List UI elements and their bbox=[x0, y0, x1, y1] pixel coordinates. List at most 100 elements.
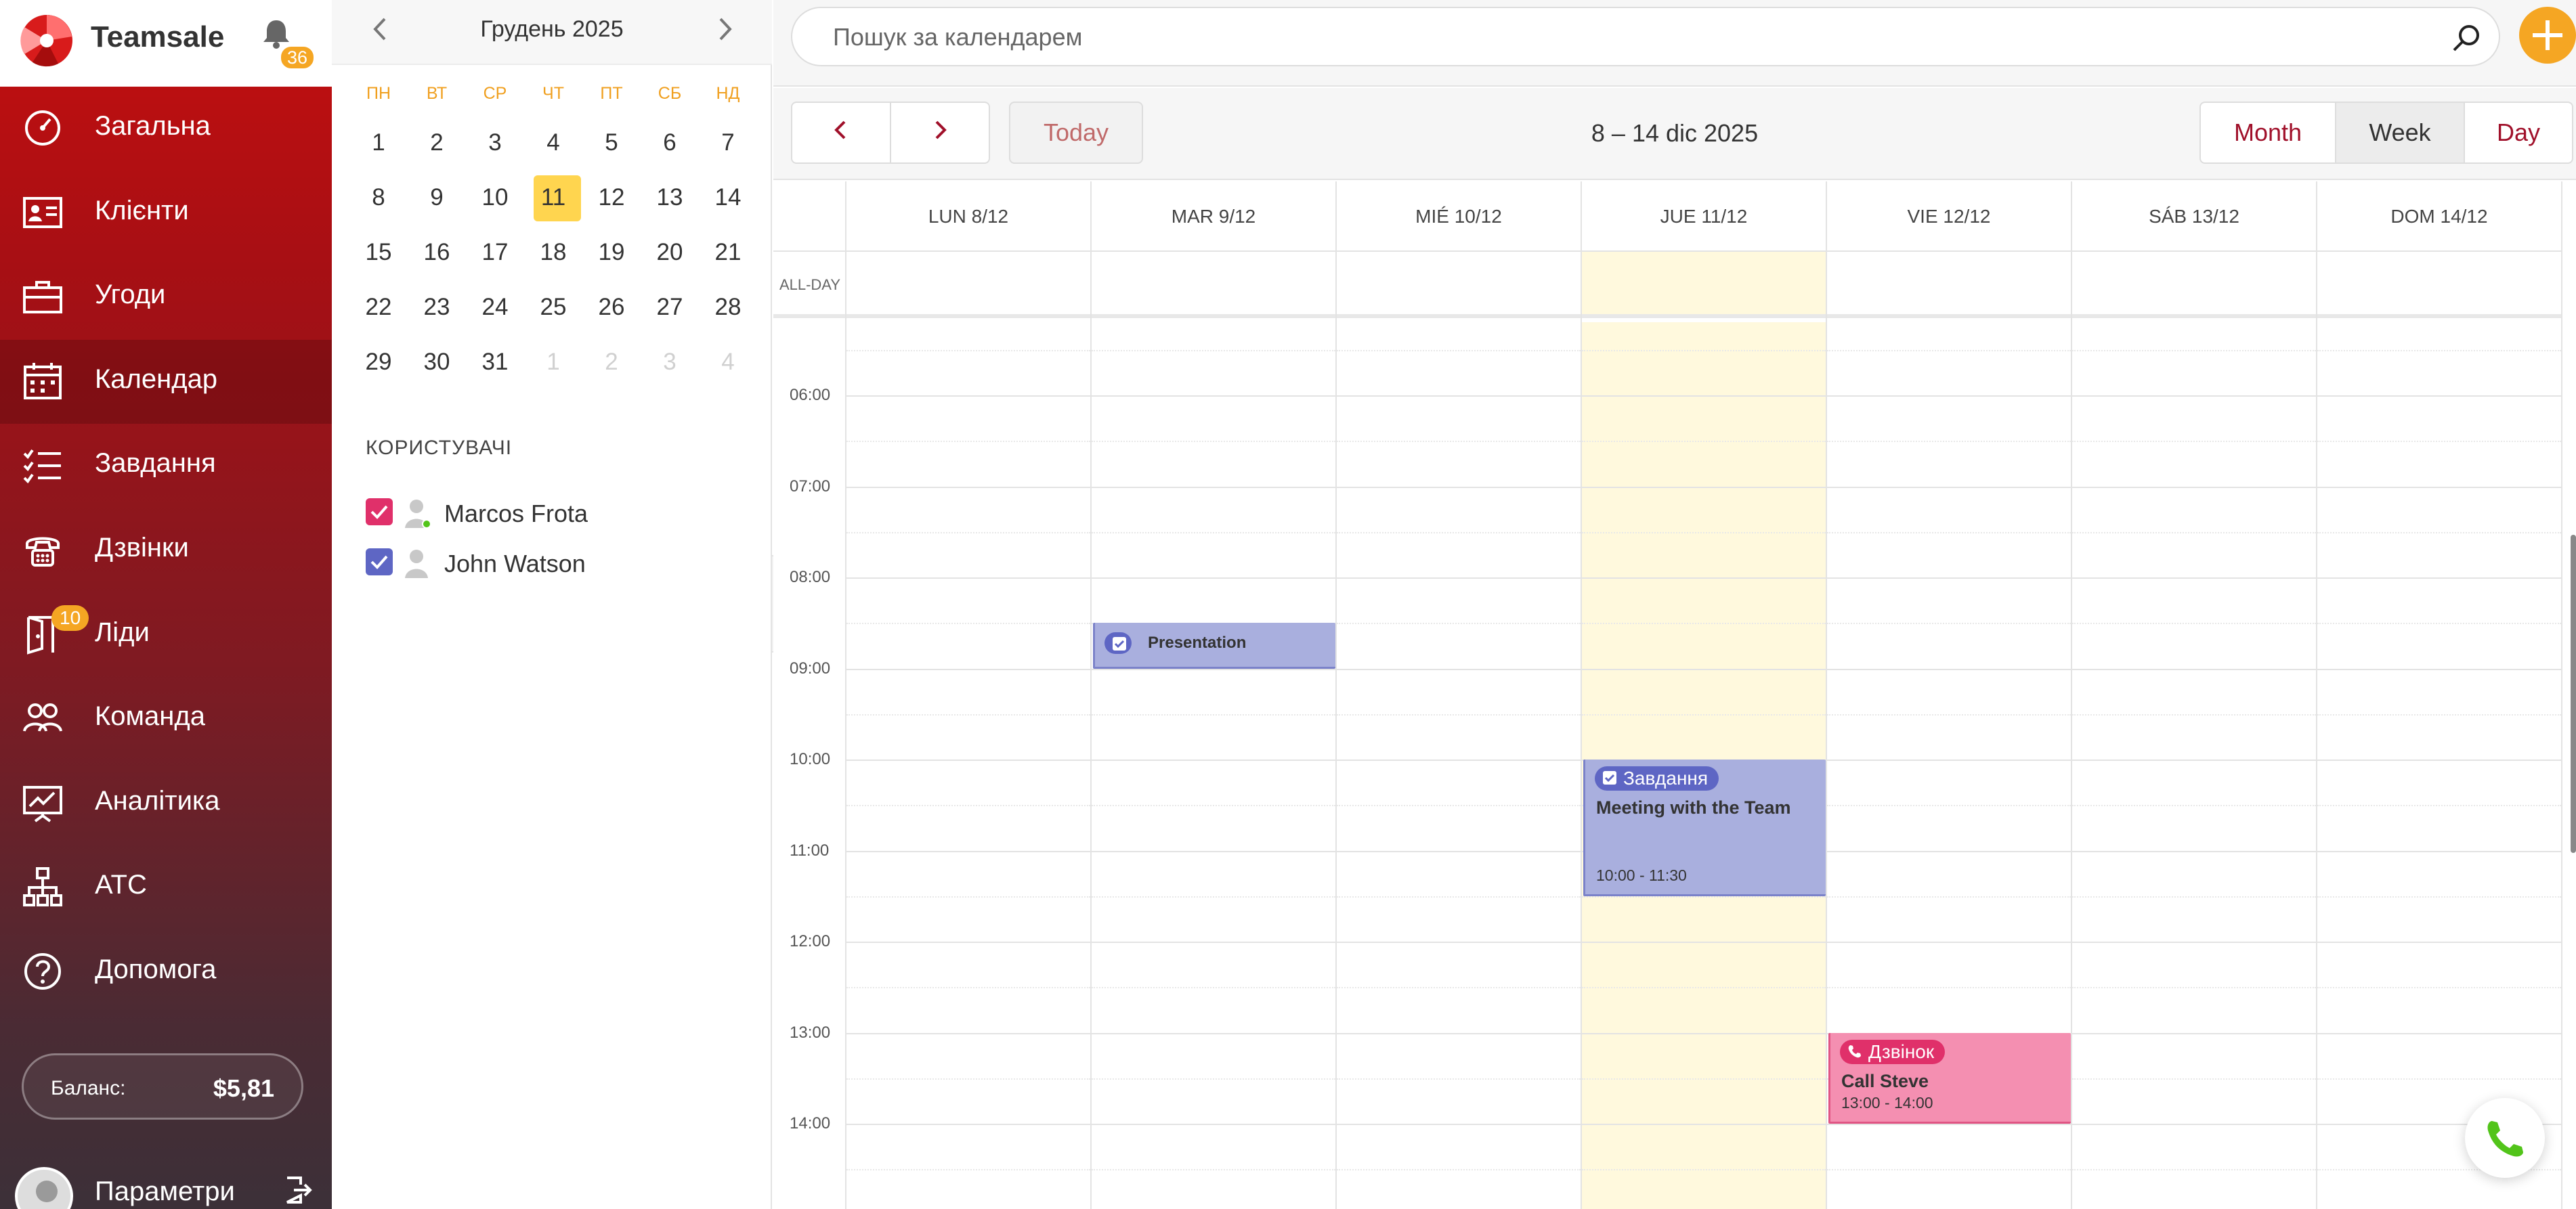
day-column[interactable]: LUN 8/12 bbox=[846, 181, 1092, 1209]
mini-calendar-day[interactable]: 5 bbox=[582, 115, 641, 170]
mini-calendar-day[interactable]: 2 bbox=[408, 115, 466, 170]
mini-calendar-day[interactable]: 16 bbox=[408, 225, 466, 280]
mini-calendar-day[interactable]: 15 bbox=[349, 225, 408, 280]
day-body[interactable] bbox=[846, 322, 1090, 1209]
sidebar-item-7[interactable]: Ліди 10 bbox=[0, 593, 332, 677]
allday-cell[interactable] bbox=[2317, 252, 2561, 318]
mini-calendar-day[interactable]: 8 bbox=[349, 170, 408, 225]
phone-call-button[interactable] bbox=[2465, 1098, 2545, 1178]
mini-calendar-day[interactable]: 3 bbox=[641, 334, 699, 389]
next-week-button[interactable] bbox=[890, 102, 990, 164]
hour-line bbox=[2317, 850, 2561, 852]
avatar[interactable] bbox=[15, 1167, 73, 1209]
day-body[interactable] bbox=[1092, 322, 1335, 1209]
mini-calendar-day[interactable]: 1 bbox=[524, 334, 582, 389]
sidebar-item-1[interactable]: Загальна bbox=[0, 87, 332, 171]
mini-calendar-day[interactable]: 25 bbox=[524, 280, 582, 334]
day-column[interactable]: MIÉ 10/12 bbox=[1337, 181, 1582, 1209]
day-body[interactable] bbox=[1337, 322, 1581, 1209]
mini-calendar-day[interactable]: 23 bbox=[408, 280, 466, 334]
mini-calendar-day[interactable]: 13 bbox=[641, 170, 699, 225]
day-header[interactable]: JUE 11/12 bbox=[1582, 181, 1826, 252]
task-event[interactable]: Завдання Meeting with the Team 10:00 - 11:… bbox=[1583, 760, 1826, 896]
mini-calendar-day[interactable]: 3 bbox=[466, 115, 524, 170]
allday-cell[interactable] bbox=[846, 252, 1090, 318]
search-icon[interactable] bbox=[2450, 22, 2483, 54]
hour-line bbox=[2072, 896, 2316, 898]
settings-row[interactable]: Параметри bbox=[0, 1155, 332, 1209]
sidebar-item-6[interactable]: Дзвінки bbox=[0, 508, 332, 592]
teamsale-logo-icon[interactable] bbox=[18, 7, 76, 69]
mini-calendar-day[interactable]: 24 bbox=[466, 280, 524, 334]
day-body[interactable] bbox=[2317, 322, 2561, 1209]
day-header[interactable]: DOM 14/12 bbox=[2317, 181, 2561, 252]
prev-week-button[interactable] bbox=[791, 102, 891, 164]
sidebar-item-5[interactable]: Завдання bbox=[0, 424, 332, 508]
day-column[interactable]: MAR 9/12 bbox=[1092, 181, 1337, 1209]
balance-value: $5,81 bbox=[213, 1074, 274, 1102]
mini-calendar-day[interactable]: 10 bbox=[466, 170, 524, 225]
mini-calendar-day[interactable]: 28 bbox=[699, 280, 757, 334]
mini-calendar-day[interactable]: 12 bbox=[582, 170, 641, 225]
today-button[interactable]: Today bbox=[1009, 102, 1143, 164]
mini-calendar-day[interactable]: 27 bbox=[641, 280, 699, 334]
sidebar-item-11[interactable]: Допомога bbox=[0, 930, 332, 1014]
hour-line bbox=[1337, 987, 1581, 989]
mini-calendar-day[interactable]: 7 bbox=[699, 115, 757, 170]
user-checkbox[interactable] bbox=[366, 548, 393, 575]
mini-calendar-today[interactable]: 11 bbox=[524, 170, 582, 225]
day-header[interactable]: LUN 8/12 bbox=[846, 181, 1090, 252]
mini-calendar-day[interactable]: 22 bbox=[349, 280, 408, 334]
view-week-button[interactable]: Week bbox=[2335, 102, 2465, 164]
sidebar-item-4[interactable]: Календар bbox=[0, 339, 332, 424]
day-header[interactable]: MIÉ 10/12 bbox=[1337, 181, 1581, 252]
mini-calendar-day[interactable]: 4 bbox=[524, 115, 582, 170]
mini-calendar-day[interactable]: 9 bbox=[408, 170, 466, 225]
allday-cell[interactable] bbox=[1582, 252, 1826, 318]
day-header[interactable]: SÁB 13/12 bbox=[2072, 181, 2316, 252]
day-header[interactable]: MAR 9/12 bbox=[1092, 181, 1335, 252]
allday-cell[interactable] bbox=[1827, 252, 2071, 318]
allday-cell[interactable] bbox=[1337, 252, 1581, 318]
sidebar-item-3[interactable]: Угоди bbox=[0, 255, 332, 339]
task-event[interactable]: Presentation bbox=[1093, 623, 1335, 669]
mini-calendar-day[interactable]: 21 bbox=[699, 225, 757, 280]
view-day-button[interactable]: Day bbox=[2464, 102, 2573, 164]
mini-calendar-day[interactable]: 6 bbox=[641, 115, 699, 170]
mini-calendar-day[interactable]: 30 bbox=[408, 334, 466, 389]
mini-calendar-day[interactable]: 26 bbox=[582, 280, 641, 334]
allday-cell[interactable] bbox=[2072, 252, 2316, 318]
add-event-button[interactable] bbox=[2519, 7, 2576, 64]
day-body[interactable] bbox=[2072, 322, 2316, 1209]
day-column[interactable]: SÁB 13/12 bbox=[2072, 181, 2317, 1209]
mini-calendar-day[interactable]: 14 bbox=[699, 170, 757, 225]
mini-calendar-day[interactable]: 18 bbox=[524, 225, 582, 280]
day-column[interactable]: JUE 11/12 bbox=[1582, 181, 1827, 1209]
mini-calendar-day[interactable]: 19 bbox=[582, 225, 641, 280]
mini-calendar-day[interactable]: 31 bbox=[466, 334, 524, 389]
day-column[interactable]: DOM 14/12 bbox=[2317, 181, 2562, 1209]
balance-pill[interactable]: Баланс: $5,81 bbox=[22, 1053, 303, 1120]
allday-cell[interactable] bbox=[1092, 252, 1335, 318]
mini-calendar-day[interactable]: 29 bbox=[349, 334, 408, 389]
call-event[interactable]: Дзвінок Call Steve 13:00 - 14:00 bbox=[1828, 1032, 2071, 1124]
logout-icon[interactable] bbox=[283, 1175, 313, 1205]
mini-calendar-day[interactable]: 1 bbox=[349, 115, 408, 170]
grid-scrollbar[interactable] bbox=[2571, 535, 2576, 853]
user-checkbox[interactable] bbox=[366, 498, 393, 525]
user-filter-item[interactable]: Marcos Frota bbox=[366, 491, 745, 532]
sidebar-item-8[interactable]: Команда bbox=[0, 677, 332, 761]
hour-line bbox=[846, 1169, 1090, 1171]
user-filter-item[interactable]: John Watson bbox=[366, 542, 745, 582]
search-input[interactable] bbox=[833, 18, 2390, 57]
mini-calendar-day[interactable]: 4 bbox=[699, 334, 757, 389]
chevron-right-icon[interactable] bbox=[708, 12, 741, 46]
day-header[interactable]: VIE 12/12 bbox=[1827, 181, 2071, 252]
sidebar-item-9[interactable]: Аналітика bbox=[0, 762, 332, 845]
mini-calendar-day[interactable]: 17 bbox=[466, 225, 524, 280]
mini-calendar-day[interactable]: 2 bbox=[582, 334, 641, 389]
sidebar-item-10[interactable]: АТС bbox=[0, 845, 332, 929]
sidebar-item-2[interactable]: Клієнти bbox=[0, 171, 332, 255]
mini-calendar-day[interactable]: 20 bbox=[641, 225, 699, 280]
view-month-button[interactable]: Month bbox=[2199, 102, 2336, 164]
